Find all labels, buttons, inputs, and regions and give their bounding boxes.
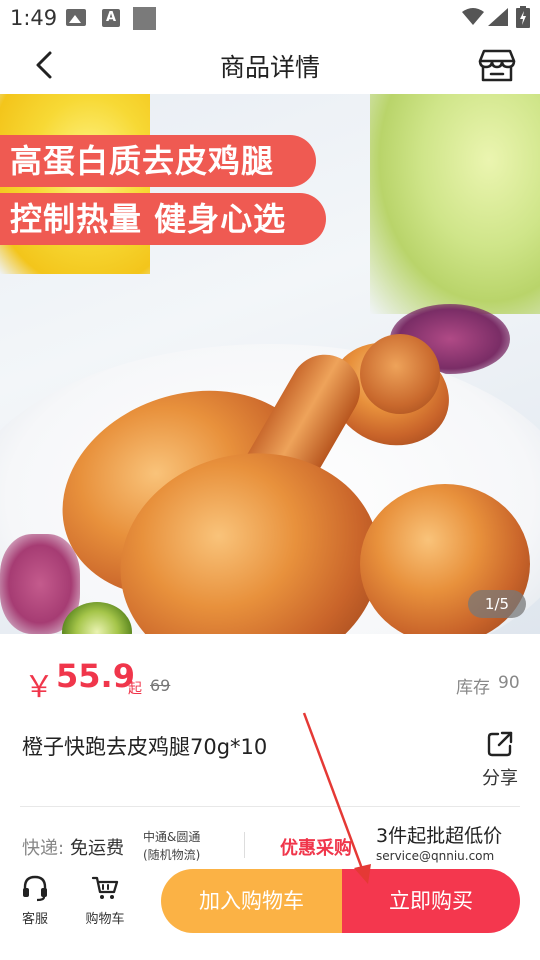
promo-label: 优惠采购 (280, 838, 352, 859)
shipping-label: 快递: (22, 838, 65, 859)
square-icon (133, 7, 156, 30)
service-email: service@qnniu.com (376, 849, 495, 863)
status-bar: 1:49 A (0, 0, 540, 36)
original-price: 69 (150, 676, 171, 695)
product-name: 橙子快跑去皮鸡腿70g*10 (22, 735, 268, 759)
lettuce (370, 94, 540, 314)
wifi-icon (462, 8, 484, 25)
carrier-names: 中通&圆通 (143, 830, 201, 844)
store-icon (478, 49, 516, 82)
product-image[interactable]: 高蛋白质去皮鸡腿 控制热量 健身心选 1/5 (0, 94, 540, 634)
cart-button[interactable]: 购物车 (80, 874, 130, 930)
promo-banner-line1: 高蛋白质去皮鸡腿 (0, 135, 316, 187)
status-time: 1:49 (10, 6, 58, 30)
headset-icon (23, 875, 47, 902)
currency-symbol: ￥ (24, 670, 54, 705)
service-label: 客服 (21, 912, 48, 927)
price-row: ￥ 55.9 起 69 库存 90 (0, 656, 540, 706)
add-to-cart-button[interactable]: 加入购物车 (161, 869, 342, 933)
share-button[interactable]: 分享 (478, 730, 522, 790)
shipping-value: 免运费 (70, 838, 124, 859)
bottom-bar: 客服 购物车 加入购物车 立即购买 (0, 862, 540, 960)
shop-button[interactable] (478, 46, 516, 84)
divider (20, 806, 520, 807)
share-icon (487, 731, 513, 757)
price-value: 55.9 (56, 657, 135, 695)
share-label: 分享 (482, 768, 518, 789)
battery-icon (516, 6, 530, 28)
vertical-divider (244, 832, 245, 858)
page-title: 商品详情 (219, 53, 320, 82)
stock-value: 90 (498, 673, 520, 693)
cart-icon (91, 876, 119, 899)
price-unit: 起 (128, 681, 142, 697)
a-icon: A (102, 9, 120, 27)
header: 商品详情 (0, 36, 540, 94)
cart-label: 购物车 (85, 912, 125, 927)
signal-icon (488, 8, 508, 26)
chicken-bone (360, 334, 440, 414)
promo-banner-line2: 控制热量 健身心选 (0, 193, 326, 245)
carrier-note: (随机物流) (143, 848, 201, 862)
photo-icon (66, 9, 86, 26)
stock-label: 库存 (456, 678, 490, 698)
customer-service-button[interactable]: 客服 (14, 874, 56, 930)
buy-now-button[interactable]: 立即购买 (342, 869, 520, 933)
image-counter: 1/5 (468, 590, 526, 618)
bulk-purchase-text: 3件起批超低价 (376, 825, 503, 847)
